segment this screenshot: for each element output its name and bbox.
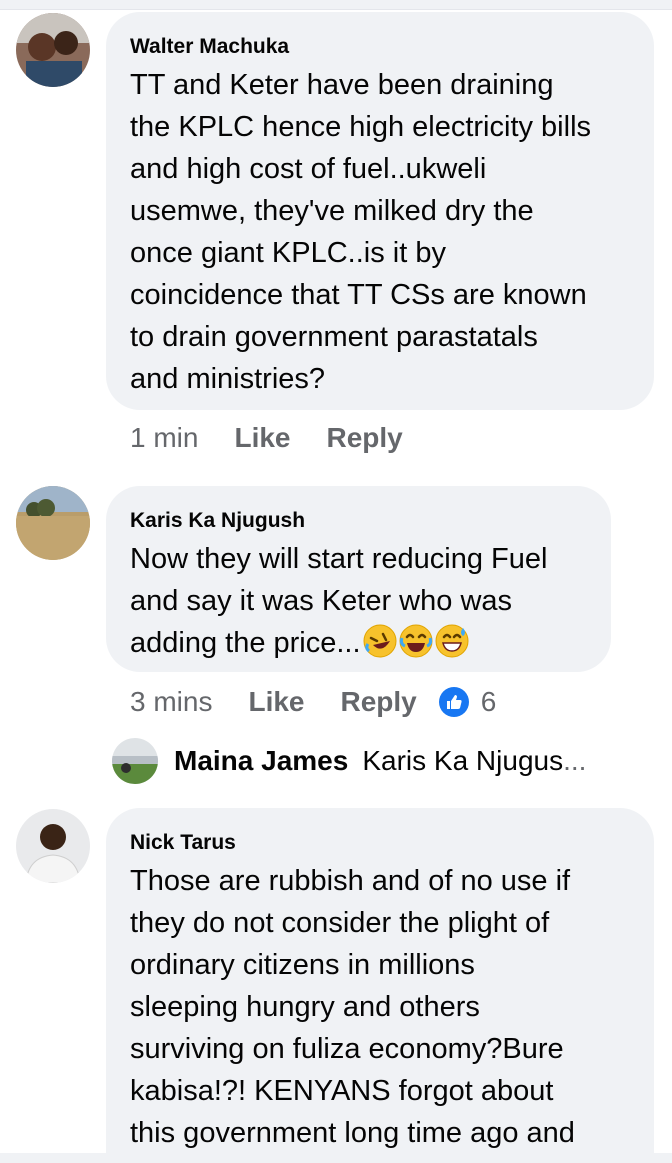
comment-author[interactable]: Karis Ka Njugush (130, 508, 587, 534)
avatar[interactable] (16, 486, 90, 560)
comment-author[interactable]: Nick Tarus (130, 830, 630, 856)
reply-avatar (112, 738, 158, 784)
comment-text: Now they will start reducing Fuel and sa… (130, 538, 587, 664)
rolling-on-floor-laughing-emoji (363, 624, 397, 658)
bottom-divider (0, 1153, 672, 1163)
comment-timestamp[interactable]: 1 min (130, 422, 198, 454)
reply-snippet: Karis Ka Njugus (362, 745, 564, 776)
grinning-sweat-emoji (435, 624, 469, 658)
comment-actions: 1 min Like Reply (130, 422, 403, 454)
reaction-summary[interactable]: 6 (438, 686, 497, 718)
profile-photo-icon (16, 13, 90, 87)
like-button[interactable]: Like (248, 686, 304, 718)
tears-of-joy-emoji (399, 624, 433, 658)
comment-actions: 3 mins Like Reply 6 (130, 686, 496, 718)
reply-ellipsis: ... (563, 745, 587, 776)
reply-preview[interactable]: Maina James Karis Ka Njugus... (112, 738, 586, 784)
profile-photo-icon (16, 486, 90, 560)
profile-photo-icon (112, 738, 158, 784)
reply-button[interactable]: Reply (341, 686, 417, 718)
comment-text: TT and Keter have been draining the KPLC… (130, 69, 592, 395)
comment-bubble: Karis Ka Njugush Now they will start red… (106, 486, 611, 672)
comment-text: Those are rubbish and of no use if they … (130, 865, 575, 1149)
profile-photo-icon (16, 809, 90, 883)
like-reaction-icon (438, 687, 469, 717)
comment-text-content: Now they will start reducing Fuel and sa… (130, 543, 548, 659)
like-button[interactable]: Like (234, 422, 290, 454)
reply-author[interactable]: Maina James (174, 745, 348, 777)
comment-bubble: Walter Machuka TT and Keter have been dr… (106, 12, 654, 410)
comment-author[interactable]: Walter Machuka (130, 34, 630, 60)
avatar[interactable] (16, 13, 90, 87)
comment-timestamp[interactable]: 3 mins (130, 686, 212, 718)
reaction-count: 6 (480, 686, 497, 717)
avatar[interactable] (16, 809, 90, 883)
comment-bubble: Nick Tarus Those are rubbish and of no u… (106, 808, 654, 1163)
reply-button[interactable]: Reply (327, 422, 403, 454)
top-divider (0, 0, 672, 10)
